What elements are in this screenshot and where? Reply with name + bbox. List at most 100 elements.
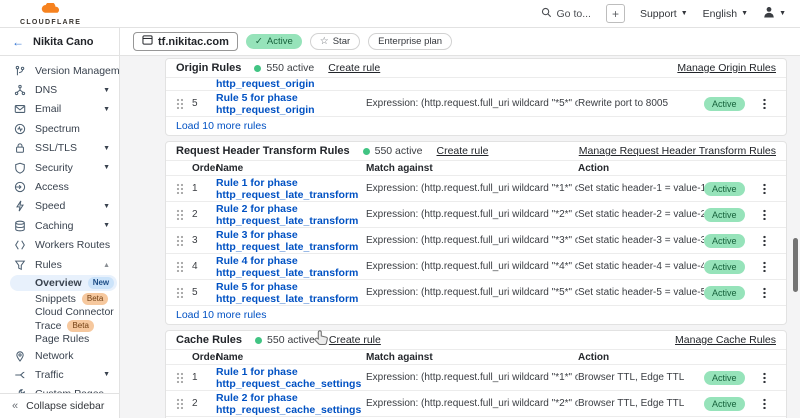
- sidebar-item-rules[interactable]: Rules▼: [0, 255, 119, 274]
- sidebar-item-security[interactable]: Security▼: [0, 158, 119, 177]
- chevron-down-icon[interactable]: ▼: [103, 145, 110, 152]
- column-header-match: Match against: [366, 163, 578, 174]
- star-button[interactable]: ☆ Star: [310, 33, 360, 50]
- rules-icon: [13, 258, 27, 272]
- kebab-menu-icon[interactable]: [763, 398, 766, 409]
- workers-icon: [13, 238, 27, 252]
- rule-name-link[interactable]: Rule 2 for phasehttp_request_late_transf…: [216, 203, 366, 227]
- access-icon: [13, 180, 27, 194]
- create-rule-link[interactable]: Create rule: [328, 62, 380, 74]
- sidebar-item-label: SSL/TLS: [35, 142, 77, 154]
- drag-handle-icon[interactable]: [176, 183, 183, 194]
- rule-name-line1: Rule 2 for phase: [216, 392, 366, 404]
- shield-icon: [13, 161, 27, 175]
- kebab-menu-icon[interactable]: [763, 183, 766, 194]
- rule-name-link[interactable]: http_request_origin: [216, 78, 366, 90]
- back-arrow-icon[interactable]: ←: [12, 35, 24, 49]
- check-icon: ✓: [255, 36, 263, 47]
- column-header-order: Order: [192, 352, 216, 363]
- active-status-dot: [255, 337, 262, 344]
- sidebar-item-workers-routes[interactable]: Workers Routes: [0, 236, 119, 255]
- column-header-order: Order: [192, 163, 216, 174]
- kebab-menu-icon[interactable]: [763, 287, 766, 298]
- manage-rules-link[interactable]: Manage Request Header Transform Rules: [579, 145, 776, 157]
- sidebar-item-email[interactable]: Email▼: [0, 100, 119, 119]
- rule-name-link[interactable]: Rule 2 for phasehttp_request_cache_setti…: [216, 392, 366, 416]
- sidebar-item-network[interactable]: Network: [0, 346, 119, 365]
- drag-handle-icon[interactable]: [176, 287, 183, 298]
- domain-selector[interactable]: tf.nikitac.com: [133, 32, 238, 51]
- chevron-down-icon[interactable]: ▼: [103, 222, 110, 229]
- new-badge: New: [88, 277, 114, 289]
- sidebar-item-label: Version Management: [35, 65, 119, 77]
- support-menu[interactable]: Support ▼: [640, 8, 688, 20]
- rule-name-link[interactable]: Rule 4 for phasehttp_request_late_transf…: [216, 255, 366, 279]
- sidebar-item-traffic[interactable]: Traffic▼: [0, 365, 119, 384]
- rule-order: 1: [192, 183, 216, 194]
- chevron-up-icon[interactable]: ▼: [103, 261, 110, 268]
- sidebar-subitem-label: Cloud Connector: [35, 306, 114, 318]
- rule-name-cell: Rule 5 for phasehttp_request_late_transf…: [216, 281, 366, 305]
- rule-name-link[interactable]: Rule 5 for phasehttp_request_late_transf…: [216, 281, 366, 305]
- drag-handle-icon[interactable]: [176, 235, 183, 246]
- add-button[interactable]: +: [606, 4, 625, 23]
- chevron-down-icon[interactable]: ▼: [103, 164, 110, 171]
- rule-action: Set static header-1 = value-1: [578, 183, 704, 194]
- drag-handle-icon[interactable]: [176, 398, 183, 409]
- sidebar-item-ssl-tls[interactable]: SSL/TLS ▼: [0, 139, 119, 158]
- load-more-link[interactable]: Load 10 more rules: [166, 117, 786, 135]
- active-count: 550 active: [375, 145, 423, 157]
- chevron-down-icon[interactable]: ▼: [103, 106, 110, 113]
- language-menu[interactable]: English ▼: [703, 8, 748, 20]
- vertical-scrollbar[interactable]: [793, 238, 798, 292]
- goto-search[interactable]: Go to...: [541, 7, 591, 21]
- sidebar-item-custom-pages[interactable]: Custom Pages: [0, 385, 119, 393]
- column-header-action: Action: [578, 352, 704, 363]
- sidebar-item-caching[interactable]: Caching ▼: [0, 216, 119, 235]
- sidebar-item-speed[interactable]: Speed▼: [0, 197, 119, 216]
- rule-name-link[interactable]: Rule 5 for phasehttp_request_origin: [216, 92, 366, 116]
- sidebar-subitem-label: Page Rules: [35, 333, 89, 345]
- manage-rules-link[interactable]: Manage Origin Rules: [677, 62, 776, 74]
- user-menu[interactable]: ▼: [763, 6, 786, 21]
- sidebar-item-access[interactable]: Access: [0, 177, 119, 196]
- cloudflare-logo[interactable]: CLOUDFLARE: [20, 2, 81, 26]
- sidebar-item-overview[interactable]: OverviewNew: [10, 275, 117, 291]
- kebab-menu-icon[interactable]: [763, 209, 766, 220]
- sidebar-item-dns[interactable]: DNS ▼: [0, 80, 119, 99]
- sidebar-item-snippets[interactable]: SnippetsBeta: [0, 292, 119, 305]
- chevron-down-icon[interactable]: ▼: [103, 371, 110, 378]
- sidebar-item-spectrum[interactable]: Spectrum: [0, 119, 119, 138]
- drag-handle-icon[interactable]: [176, 261, 183, 272]
- chevron-down-icon[interactable]: ▼: [103, 203, 110, 210]
- drag-handle-icon[interactable]: [176, 372, 183, 383]
- rule-name-link[interactable]: Rule 1 for phasehttp_request_late_transf…: [216, 177, 366, 201]
- sidebar-item-label: Network: [35, 350, 74, 362]
- kebab-menu-icon[interactable]: [763, 261, 766, 272]
- collapse-sidebar-button[interactable]: « Collapse sidebar: [0, 393, 119, 418]
- rule-name-link[interactable]: Rule 3 for phasehttp_request_late_transf…: [216, 229, 366, 253]
- rule-name-cell: Rule 4 for phasehttp_request_late_transf…: [216, 255, 366, 279]
- sidebar-item-page-rules[interactable]: Page Rules: [0, 332, 119, 345]
- section-title: Cache Rules: [176, 334, 242, 346]
- sidebar-item-cloud-connector[interactable]: Cloud ConnectorBeta: [0, 306, 119, 319]
- drag-handle-icon[interactable]: [176, 98, 183, 109]
- sidebar-item-version-management[interactable]: Version Management: [0, 61, 119, 80]
- active-status-dot: [363, 148, 370, 155]
- rule-name-link[interactable]: Rule 1 for phasehttp_request_cache_setti…: [216, 366, 366, 390]
- create-rule-link[interactable]: Create rule: [329, 334, 381, 346]
- kebab-menu-icon[interactable]: [763, 235, 766, 246]
- kebab-menu-icon[interactable]: [763, 98, 766, 109]
- kebab-menu-icon[interactable]: [763, 372, 766, 383]
- manage-rules-link[interactable]: Manage Cache Rules: [675, 334, 776, 346]
- sidebar-item-label: Caching: [35, 220, 74, 232]
- rule-name-line1: Rule 5 for phase: [216, 281, 366, 293]
- rule-name-cell: Rule 1 for phasehttp_request_late_transf…: [216, 177, 366, 201]
- sidebar-item-trace[interactable]: TraceBeta: [0, 319, 119, 332]
- rule-match-expression: Expression: (http.request.full_uri wildc…: [366, 209, 578, 220]
- sidebar-item-label: DNS: [35, 84, 57, 96]
- chevron-down-icon[interactable]: ▼: [103, 87, 110, 94]
- load-more-link[interactable]: Load 10 more rules: [166, 306, 786, 324]
- create-rule-link[interactable]: Create rule: [437, 145, 489, 157]
- drag-handle-icon[interactable]: [176, 209, 183, 220]
